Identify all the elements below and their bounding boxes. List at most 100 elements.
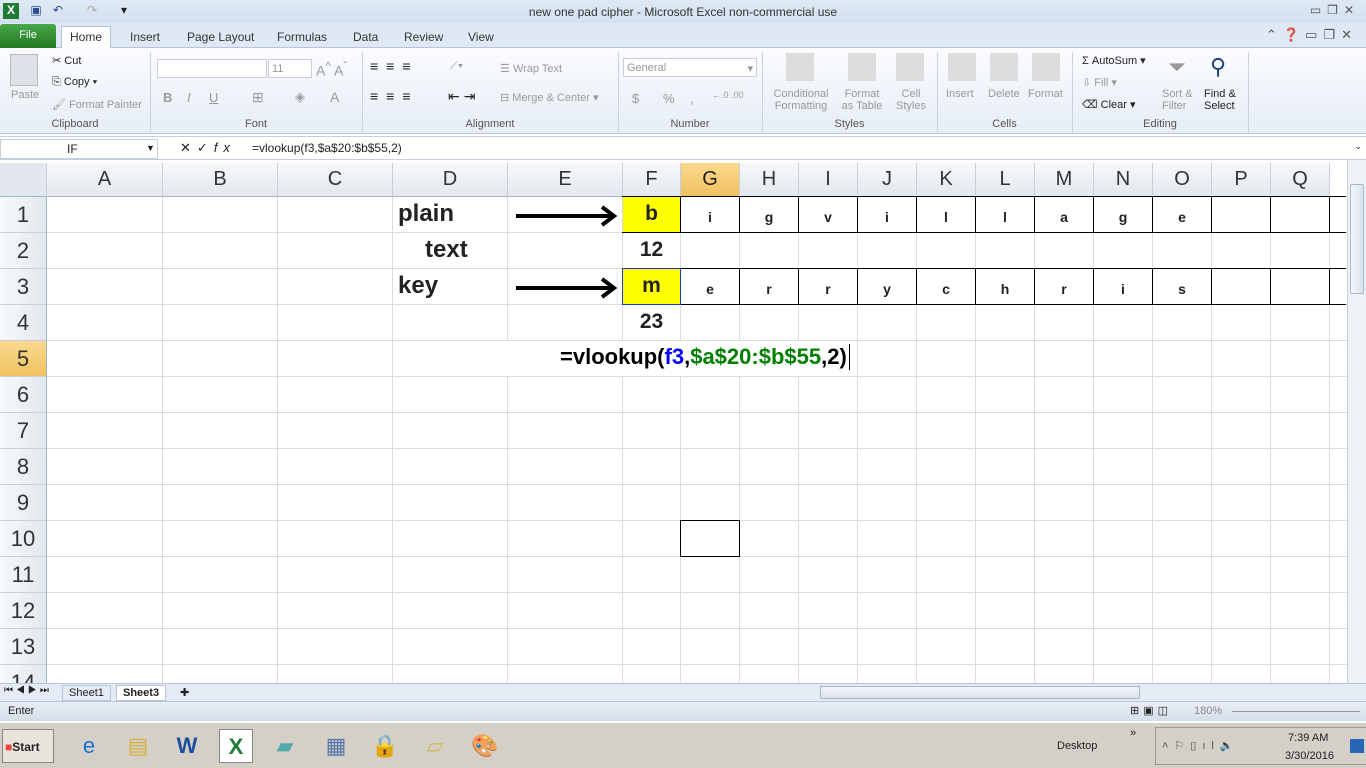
number-format-select[interactable]: General ▾: [623, 58, 757, 77]
folder-icon[interactable]: ▱: [418, 729, 452, 763]
column-header-j[interactable]: J: [858, 163, 917, 197]
cell-f1[interactable]: b: [623, 197, 680, 232]
cell-f4[interactable]: 23: [623, 305, 680, 340]
internet-explorer-icon[interactable]: e: [72, 729, 106, 763]
column-header-h[interactable]: H: [740, 163, 799, 197]
cell-i3[interactable]: r: [799, 269, 857, 304]
insert-button[interactable]: Insert: [946, 88, 974, 100]
minimize-icon[interactable]: ▭: [1305, 27, 1323, 42]
horizontal-align-icons[interactable]: ≡≡≡: [370, 88, 419, 104]
tray-icons[interactable]: ˄⚐▯ıl🔈: [1162, 739, 1240, 752]
column-header-o[interactable]: O: [1153, 163, 1212, 197]
cell-k1[interactable]: l: [917, 197, 975, 232]
column-header-i[interactable]: I: [799, 163, 858, 197]
column-header-k[interactable]: K: [917, 163, 976, 197]
page-layout-view-icon[interactable]: ▣: [1143, 705, 1157, 717]
row-header-11[interactable]: 11: [0, 557, 47, 593]
window-controls[interactable]: ▭❐✕: [1310, 3, 1360, 17]
view-buttons[interactable]: ⊞▣◫: [1130, 704, 1172, 717]
wrap-text-button[interactable]: ☰ Wrap Text: [500, 62, 562, 75]
column-header-c[interactable]: C: [278, 163, 393, 197]
paint-icon[interactable]: 🎨: [468, 729, 502, 763]
percent-button[interactable]: %: [663, 91, 675, 106]
row-header-8[interactable]: 8: [0, 449, 47, 485]
column-header-n[interactable]: N: [1094, 163, 1153, 197]
calculator-icon[interactable]: ▦: [319, 729, 353, 763]
normal-view-icon[interactable]: ⊞: [1130, 705, 1143, 717]
close-icon[interactable]: ✕: [1344, 3, 1360, 17]
comma-button[interactable]: ,: [690, 91, 694, 106]
cell-k3[interactable]: c: [917, 269, 975, 304]
font-name-select[interactable]: [157, 59, 267, 78]
cancel-icon[interactable]: ✕: [180, 140, 197, 155]
cell-j3[interactable]: y: [858, 269, 916, 304]
cell-g3[interactable]: e: [681, 269, 739, 304]
page-break-view-icon[interactable]: ◫: [1158, 705, 1172, 717]
column-header-b[interactable]: B: [163, 163, 278, 197]
autosum-button[interactable]: Σ AutoSum ▾: [1082, 54, 1146, 67]
tab-data[interactable]: Data: [345, 27, 386, 48]
borders-icon[interactable]: ⊞: [252, 89, 264, 106]
find-select-button[interactable]: Find & Select: [1204, 88, 1236, 112]
word-icon[interactable]: W: [170, 729, 204, 763]
restore-icon[interactable]: ❐: [1327, 3, 1344, 17]
cell-d2[interactable]: text: [393, 233, 507, 268]
cell-n3[interactable]: i: [1094, 269, 1152, 304]
spreadsheet-grid[interactable]: A B C D E F G H I J K L M N O P Q 1 2 3 4 5 6 7 8 9 10 11 12 13 14 plai…: [0, 163, 1347, 683]
tab-home[interactable]: Home: [61, 26, 112, 48]
font-size-select[interactable]: 11: [268, 59, 312, 78]
column-header-f[interactable]: F: [623, 163, 681, 197]
tab-formulas[interactable]: Formulas: [269, 27, 335, 48]
vertical-align-icons[interactable]: ≡≡≡: [370, 58, 419, 74]
minimize-icon[interactable]: ▭: [1310, 3, 1327, 17]
italic-button[interactable]: I: [187, 90, 191, 105]
row-header-10[interactable]: 10: [0, 521, 47, 557]
sheet-tab-sheet1[interactable]: Sheet1: [62, 685, 111, 701]
function-icon[interactable]: fx: [214, 140, 236, 155]
close-icon[interactable]: ✕: [1341, 27, 1358, 42]
tab-file[interactable]: File: [0, 24, 56, 48]
cell-o1[interactable]: e: [1153, 197, 1211, 232]
restore-icon[interactable]: ❐: [1323, 27, 1341, 42]
select-all-button[interactable]: [0, 163, 47, 197]
cell-d3[interactable]: key: [393, 269, 507, 304]
row-header-6[interactable]: 6: [0, 377, 47, 413]
row-header-13[interactable]: 13: [0, 629, 47, 665]
column-header-q[interactable]: Q: [1271, 163, 1330, 197]
currency-button[interactable]: $: [632, 91, 639, 106]
row-header-5[interactable]: 5: [0, 341, 47, 377]
minimize-ribbon-icon[interactable]: ⌃: [1266, 27, 1283, 42]
format-button[interactable]: Format: [1028, 88, 1063, 100]
merge-center-button[interactable]: ⊟ Merge & Center ▾: [500, 91, 599, 104]
row-header-12[interactable]: 12: [0, 593, 47, 629]
paste-icon[interactable]: [10, 54, 38, 86]
row-header-7[interactable]: 7: [0, 413, 47, 449]
conditional-formatting-button[interactable]: Conditional Formatting: [770, 88, 832, 112]
row-header-1[interactable]: 1: [0, 197, 47, 233]
horizontal-scroll-thumb[interactable]: [820, 686, 1140, 699]
expand-toolbar-icon[interactable]: »: [1130, 727, 1136, 739]
cut-button[interactable]: ✂ Cut: [52, 54, 81, 67]
font-color-icon[interactable]: A: [330, 89, 339, 105]
cell-d1[interactable]: plain: [393, 197, 507, 232]
format-as-table-button[interactable]: Format as Table: [836, 88, 888, 112]
row-header-2[interactable]: 2: [0, 233, 47, 269]
row-header-4[interactable]: 4: [0, 305, 47, 341]
fill-button[interactable]: ⇩ Fill ▾: [1082, 76, 1117, 89]
insert-sheet-icon[interactable]: ✚: [174, 685, 195, 701]
zoom-level[interactable]: 180%: [1194, 705, 1222, 717]
notepad-icon[interactable]: ▰: [268, 729, 302, 763]
column-header-l[interactable]: L: [976, 163, 1035, 197]
tab-page-layout[interactable]: Page Layout: [179, 27, 262, 48]
row-header-9[interactable]: 9: [0, 485, 47, 521]
indent-icons[interactable]: ⇤⇥: [448, 88, 479, 105]
copy-button[interactable]: ⎘ Copy ▾: [52, 76, 97, 89]
cell-l3[interactable]: h: [976, 269, 1034, 304]
row-header-3[interactable]: 3: [0, 269, 47, 305]
column-header-e[interactable]: E: [508, 163, 623, 197]
paste-button[interactable]: Paste: [11, 89, 39, 101]
cell-g1[interactable]: i: [681, 197, 739, 232]
desktop-toolbar[interactable]: Desktop: [1057, 740, 1097, 752]
column-header-g[interactable]: G: [681, 163, 740, 197]
enter-icon[interactable]: ✓: [197, 140, 214, 155]
